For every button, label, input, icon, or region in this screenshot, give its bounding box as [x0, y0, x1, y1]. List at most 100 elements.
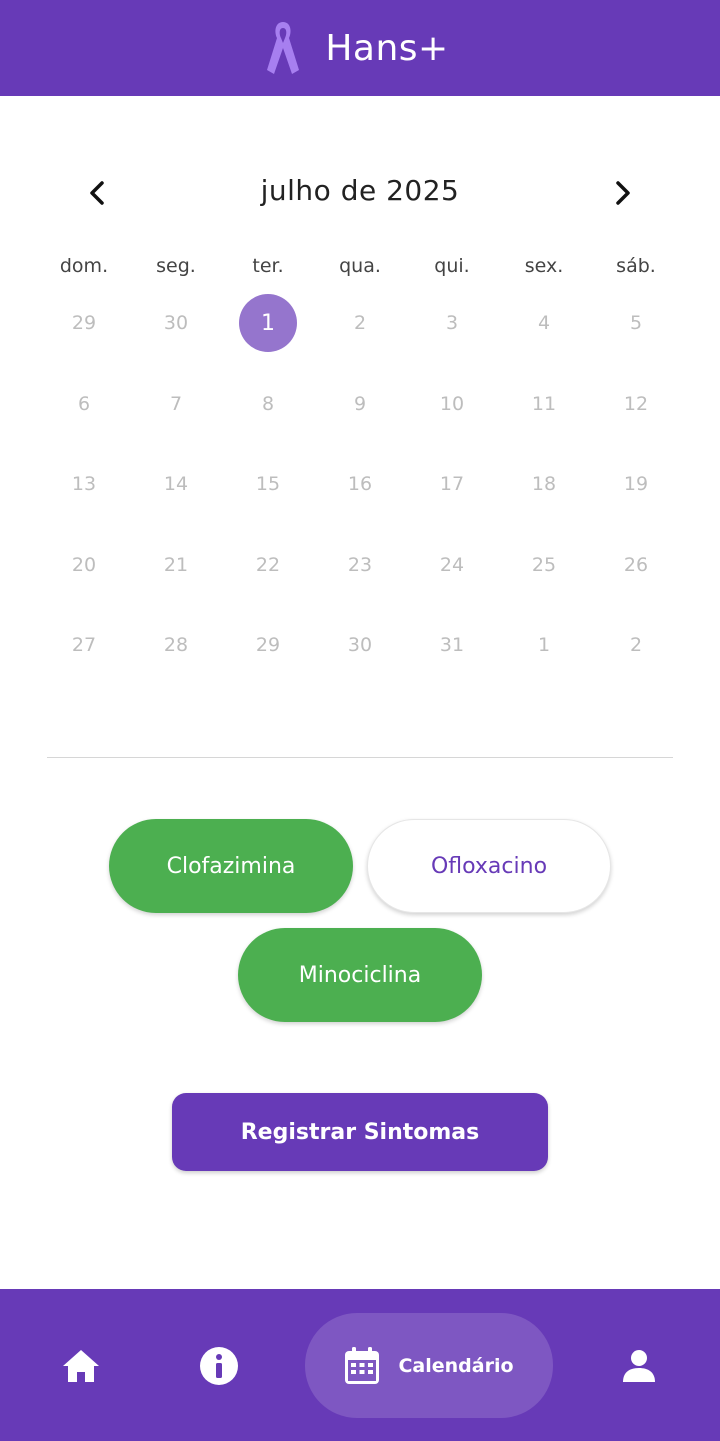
calendar-day[interactable]: 30	[130, 294, 222, 352]
calendar-day[interactable]: 24	[406, 536, 498, 594]
weekday-label: qui.	[434, 255, 470, 277]
home-icon	[63, 1350, 99, 1382]
day-number: 20	[71, 553, 97, 576]
calendar-week: 6 7 8 9 10 11 12	[38, 375, 682, 456]
day-number: 29	[71, 312, 97, 334]
user-icon	[623, 1350, 655, 1382]
calendar-day[interactable]: 6	[38, 375, 130, 433]
calendar-week: 13 14 15 16 17 18 19	[38, 455, 682, 536]
calendar-day[interactable]: 19	[590, 455, 682, 513]
weekday-label: seg.	[156, 255, 196, 277]
nav-home-button[interactable]	[56, 1341, 106, 1391]
calendar-day[interactable]: 7	[130, 375, 222, 433]
day-number: 2	[353, 312, 367, 334]
weekday-label: ter.	[252, 255, 284, 277]
calendar-day[interactable]: 4	[498, 294, 590, 352]
calendar-navigation: julho de 2025	[0, 160, 720, 226]
weekday-label: qua.	[339, 255, 381, 277]
day-number: 31	[439, 634, 465, 656]
day-number: 4	[537, 312, 551, 334]
calendar-day[interactable]: 30	[314, 616, 406, 674]
day-number: 12	[623, 392, 649, 415]
calendar-day[interactable]: 17	[406, 455, 498, 513]
day-number: 18	[531, 473, 557, 495]
calendar-day[interactable]: 8	[222, 375, 314, 433]
day-number: 30	[347, 634, 373, 656]
day-number: 29	[255, 634, 281, 656]
medication-button-minociclina[interactable]: Minociclina	[238, 928, 482, 1022]
day-number: 30	[163, 312, 189, 334]
day-number: 16	[347, 473, 373, 495]
medication-button-ofloxacino[interactable]: Ofloxacino	[367, 819, 611, 913]
calendar-week: 27 28 29 30 31 1 2	[38, 616, 682, 697]
calendar-day[interactable]: 20	[38, 536, 130, 594]
day-number: 2	[629, 634, 643, 656]
app-title: Hans+	[325, 27, 449, 69]
day-number: 14	[163, 473, 189, 495]
day-number: 11	[531, 392, 557, 415]
calendar-day[interactable]: 22	[222, 536, 314, 594]
weekday-label: dom.	[59, 255, 109, 277]
day-number: 23	[347, 553, 373, 576]
calendar-day-selected[interactable]: 1	[222, 294, 314, 352]
weekday-label: sex.	[524, 255, 564, 277]
nav-profile-button[interactable]	[614, 1341, 664, 1391]
calendar-day[interactable]: 26	[590, 536, 682, 594]
day-number: 28	[163, 634, 189, 656]
awareness-ribbon-icon	[267, 22, 300, 74]
calendar-day[interactable]: 23	[314, 536, 406, 594]
chevron-right-icon	[616, 181, 630, 205]
calendar-day[interactable]: 14	[130, 455, 222, 513]
calendar-day[interactable]: 1	[498, 616, 590, 674]
day-number: 24	[439, 553, 465, 576]
section-divider	[47, 757, 673, 758]
calendar-day[interactable]: 9	[314, 375, 406, 433]
day-number: 3	[445, 312, 459, 334]
nav-calendar-button[interactable]: Calendário	[305, 1313, 553, 1418]
weekday-header: dom. seg. ter. qua. qui. sex. sáb.	[38, 255, 682, 277]
calendar-day[interactable]: 10	[406, 375, 498, 433]
calendar-grid: 29 30 1 2 3 4 5 6 7 8 9 10 11 12 13 14 1…	[38, 294, 682, 697]
calendar-day[interactable]: 25	[498, 536, 590, 594]
day-number: 9	[353, 392, 367, 415]
day-number: 17	[439, 473, 465, 495]
day-number: 1	[537, 634, 551, 656]
day-number: 26	[623, 553, 649, 576]
next-month-button[interactable]	[600, 170, 646, 216]
calendar-day[interactable]: 18	[498, 455, 590, 513]
calendar-day[interactable]: 15	[222, 455, 314, 513]
day-number: 27	[71, 634, 97, 656]
weekday-label: sáb.	[616, 255, 656, 277]
calendar-day[interactable]: 12	[590, 375, 682, 433]
app-header: Hans+	[0, 0, 720, 96]
calendar-day[interactable]: 29	[38, 294, 130, 352]
day-number: 22	[255, 553, 281, 576]
day-number: 6	[77, 392, 91, 415]
day-number: 5	[629, 312, 643, 334]
calendar-day[interactable]: 27	[38, 616, 130, 674]
calendar-day[interactable]: 31	[406, 616, 498, 674]
day-number: 19	[623, 473, 649, 495]
bottom-navigation: Calendário	[0, 1289, 720, 1441]
day-number: 21	[163, 553, 189, 576]
calendar-day[interactable]: 21	[130, 536, 222, 594]
calendar-day[interactable]: 5	[590, 294, 682, 352]
register-symptoms-button[interactable]: Registrar Sintomas	[172, 1093, 548, 1171]
day-number: 7	[169, 392, 183, 415]
day-number: 10	[439, 392, 465, 415]
brand: Hans+	[263, 18, 448, 78]
day-number: 13	[71, 473, 97, 495]
calendar-day[interactable]: 2	[314, 294, 406, 352]
calendar-day[interactable]: 16	[314, 455, 406, 513]
calendar-day[interactable]: 29	[222, 616, 314, 674]
calendar-day[interactable]: 2	[590, 616, 682, 674]
nav-calendar-label: Calendário	[398, 1354, 514, 1377]
day-number: 15	[255, 473, 281, 495]
calendar-day[interactable]: 13	[38, 455, 130, 513]
calendar-day[interactable]: 28	[130, 616, 222, 674]
calendar-day[interactable]: 11	[498, 375, 590, 433]
nav-info-button[interactable]	[194, 1341, 244, 1391]
calendar-day[interactable]: 3	[406, 294, 498, 352]
medication-button-clofazimina[interactable]: Clofazimina	[109, 819, 353, 913]
calendar-week: 29 30 1 2 3 4 5	[38, 294, 682, 375]
